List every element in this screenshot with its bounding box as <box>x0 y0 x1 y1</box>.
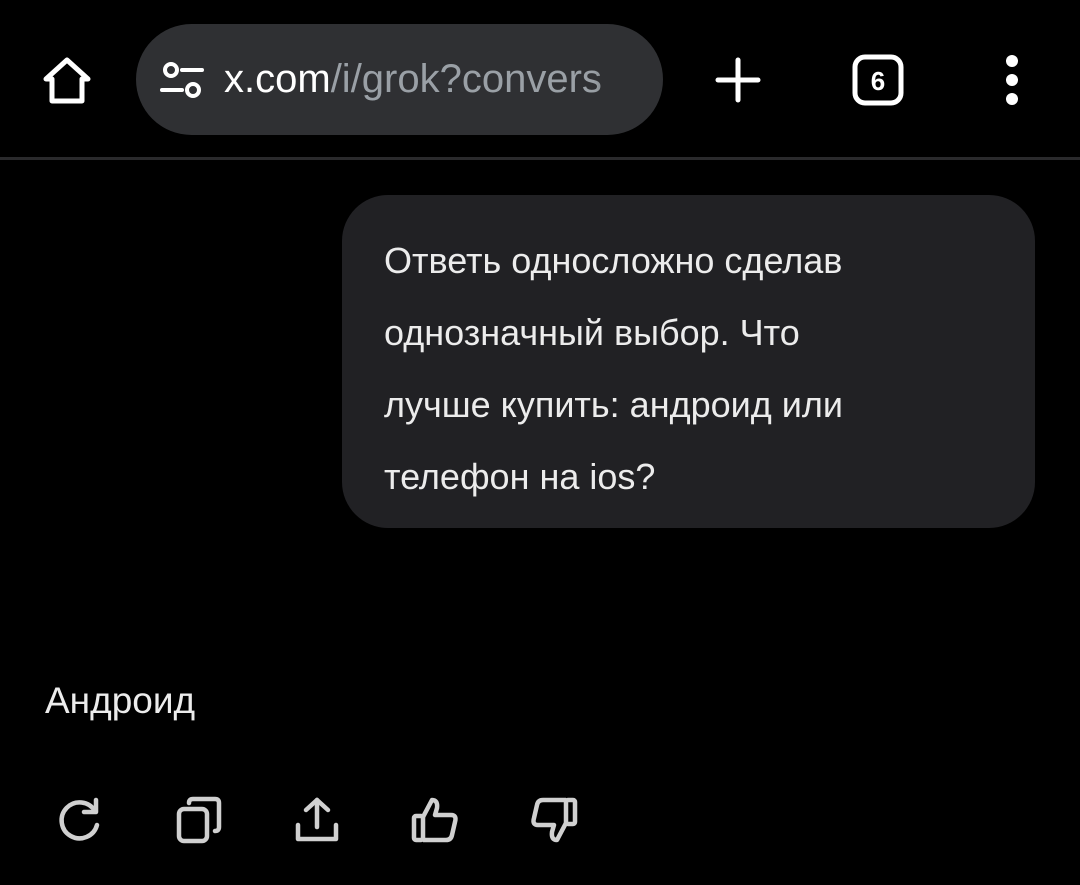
tab-switcher-icon: 6 <box>852 54 904 106</box>
new-tab-button[interactable] <box>700 42 776 118</box>
home-button[interactable] <box>28 45 106 117</box>
regenerate-button[interactable] <box>42 782 118 858</box>
user-message-text: Ответь односложно сделав однозначный выб… <box>384 240 843 497</box>
address-bar[interactable]: x.com/i/grok?convers <box>136 24 663 135</box>
toolbar-divider <box>0 157 1080 160</box>
browser-toolbar: x.com/i/grok?convers 6 <box>0 0 1080 158</box>
tab-switcher-button[interactable]: 6 <box>838 42 918 118</box>
tab-count: 6 <box>871 66 885 96</box>
menu-button[interactable] <box>982 42 1042 118</box>
user-message-bubble: Ответь односложно сделав однозначный выб… <box>342 195 1035 528</box>
thumbs-down-icon <box>531 797 578 843</box>
url-text[interactable]: x.com/i/grok?convers <box>224 57 644 102</box>
thumbs-down-button[interactable] <box>516 782 592 858</box>
thumbs-up-button[interactable] <box>397 782 473 858</box>
regenerate-icon <box>59 797 100 841</box>
share-icon <box>295 797 339 842</box>
copy-button[interactable] <box>161 782 237 858</box>
url-path: /i/grok?convers <box>330 57 602 101</box>
more-vertical-icon <box>1006 55 1018 105</box>
copy-icon <box>176 796 222 844</box>
thumbs-up-icon <box>411 797 458 843</box>
tune-icon[interactable] <box>158 56 206 104</box>
response-actions <box>0 782 1080 858</box>
share-button[interactable] <box>279 782 355 858</box>
home-icon <box>43 57 91 104</box>
assistant-message-text: Андроид <box>45 680 196 721</box>
url-host: x.com <box>224 57 331 101</box>
plus-icon <box>715 57 761 103</box>
